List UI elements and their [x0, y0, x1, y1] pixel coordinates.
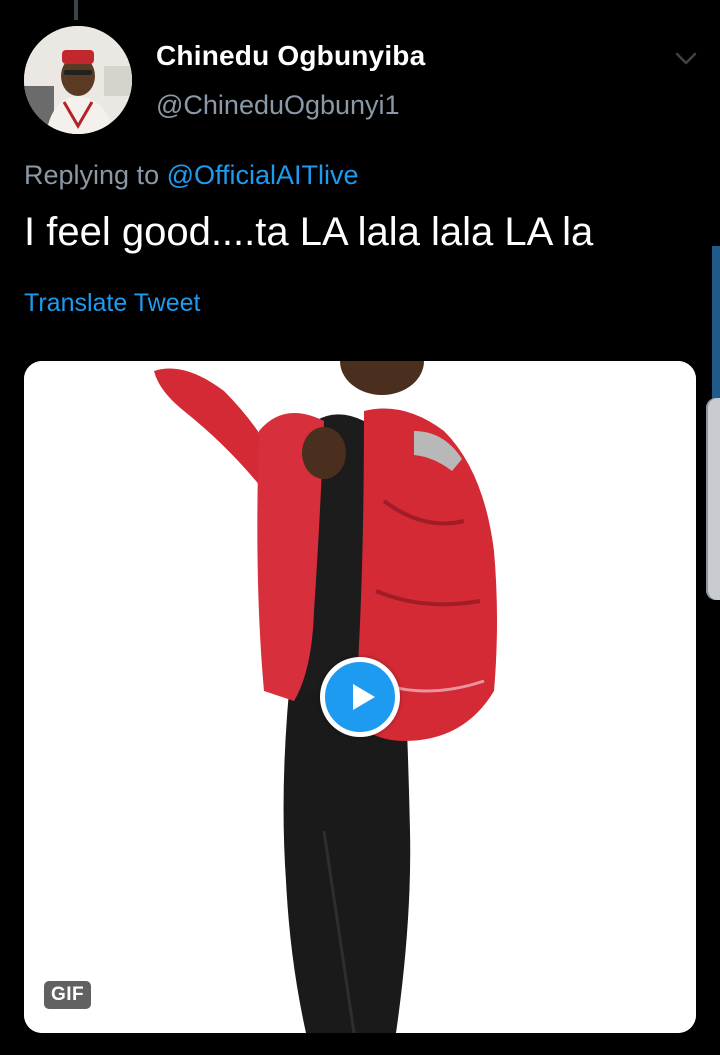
fast-scroll-handle[interactable] [706, 398, 720, 600]
tweet-screen: Chinedu Ogbunyiba @ChineduOgbunyi1 Reply… [0, 0, 720, 1055]
chevron-down-icon[interactable] [672, 44, 700, 72]
translate-tweet-link[interactable]: Translate Tweet [24, 289, 200, 318]
tweet-text: I feel good....ta LA lala lala LA la [24, 210, 594, 254]
play-icon [353, 684, 375, 710]
avatar-photo [24, 26, 132, 134]
gif-badge: GIF [44, 981, 92, 1009]
display-name[interactable]: Chinedu Ogbunyiba [156, 40, 425, 72]
avatar[interactable] [24, 26, 132, 134]
replying-to-mention[interactable]: @OfficialAITlive [167, 160, 359, 190]
gif-media[interactable]: GIF [24, 361, 696, 1033]
user-handle[interactable]: @ChineduOgbunyi1 [156, 90, 400, 121]
thread-connector-line [74, 0, 78, 20]
replying-prefix: Replying to [24, 160, 160, 190]
play-button[interactable] [320, 657, 400, 737]
replying-to-line: Replying to @OfficialAITlive [24, 160, 359, 191]
